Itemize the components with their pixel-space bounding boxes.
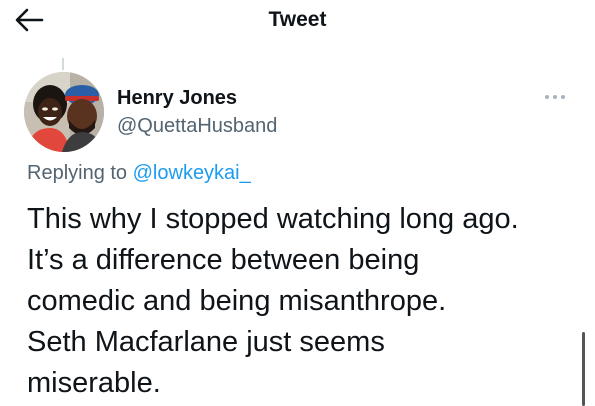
tweet-text-line: miserable. — [27, 367, 161, 399]
replying-to-mention-link[interactable]: @lowkeykai_ — [133, 162, 251, 184]
author-username[interactable]: @QuettaHusband — [117, 114, 277, 138]
thread-connector-line — [62, 58, 64, 70]
tweet-text-line: comedic and being misanthrope. — [27, 285, 447, 317]
scrollbar-thumb[interactable] — [582, 332, 585, 406]
avatar[interactable] — [24, 72, 104, 152]
tweet-text-line: Seth Macfarlane just seems — [27, 326, 385, 358]
replying-to-line: Replying to @lowkeykai_ — [27, 161, 251, 185]
replying-to-label: Replying to — [27, 162, 128, 184]
page-title: Tweet — [268, 8, 327, 31]
more-horizontal-icon — [540, 88, 570, 106]
more-options-button[interactable] — [540, 88, 570, 106]
author-display-name[interactable]: Henry Jones — [117, 86, 237, 110]
tweet-text: This why I stopped watching long ago. It… — [27, 199, 575, 404]
top-bar: Tweet — [0, 0, 595, 44]
tweet-text-line: This why I stopped watching long ago. — [27, 203, 519, 235]
tweet-text-line: It’s a difference between being — [27, 244, 420, 276]
